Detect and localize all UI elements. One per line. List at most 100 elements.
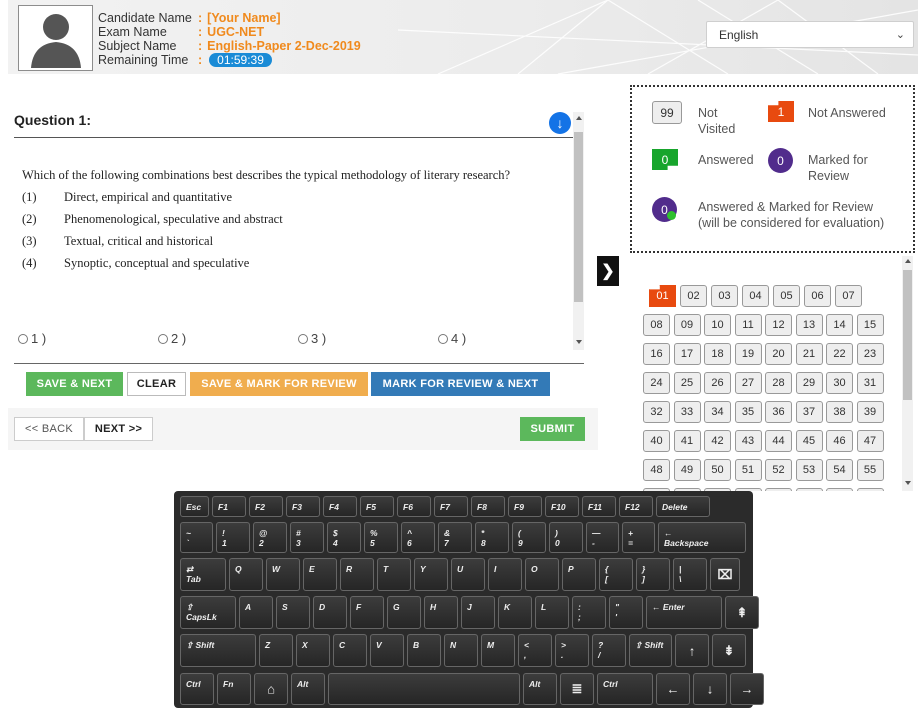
palette-question-39[interactable]: 39 (856, 401, 884, 423)
scrollbar-thumb[interactable] (574, 132, 583, 302)
key-ctrl[interactable]: Ctrl (597, 673, 653, 705)
language-select[interactable]: English ⌄ (706, 21, 914, 48)
radio-circle[interactable] (18, 333, 28, 344)
key-q[interactable]: Q (229, 558, 263, 591)
key-d[interactable]: D (313, 596, 347, 629)
radio-circle[interactable] (158, 333, 168, 344)
key-r1k11[interactable]: — - (586, 522, 619, 553)
palette-question-32[interactable]: 32 (643, 401, 670, 423)
key-a[interactable]: A (239, 596, 273, 629)
palette-question-09[interactable]: 09 (673, 314, 701, 336)
key-f2[interactable]: F2 (249, 496, 283, 517)
answer-radio-2[interactable]: 2 ) (158, 331, 186, 346)
palette-question-30[interactable]: 30 (826, 372, 853, 394)
palette-question-08[interactable]: 08 (643, 314, 670, 336)
key-6[interactable]: ^ 6 (401, 522, 435, 553)
palette-question-43[interactable]: 43 (734, 430, 762, 452)
key-j[interactable]: J (461, 596, 495, 629)
key-2[interactable]: @ 2 (253, 522, 287, 553)
palette-question-47[interactable]: 47 (856, 430, 884, 452)
palette-question-51[interactable]: 51 (734, 459, 762, 481)
scroll-up-arrow-icon[interactable] (905, 259, 911, 263)
key-w[interactable]: W (266, 558, 300, 591)
palette-question-53[interactable]: 53 (795, 459, 823, 481)
palette-question-55[interactable]: 55 (856, 459, 884, 481)
palette-question-46[interactable]: 46 (826, 430, 853, 452)
palette-question-21[interactable]: 21 (795, 343, 823, 365)
key-5[interactable]: % 5 (364, 522, 398, 553)
key-n[interactable]: N (444, 634, 478, 667)
clear-button[interactable]: CLEAR (127, 372, 186, 396)
palette-question-40[interactable]: 40 (643, 430, 670, 452)
palette-question-50[interactable]: 50 (704, 459, 731, 481)
key-o[interactable]: O (525, 558, 559, 591)
palette-question-34[interactable]: 34 (704, 401, 731, 423)
key-r1k12[interactable]: + = (622, 522, 655, 553)
palette-question-33[interactable]: 33 (673, 401, 701, 423)
palette-question-44[interactable]: 44 (765, 430, 792, 452)
palette-question-13[interactable]: 13 (795, 314, 823, 336)
key-r2k14[interactable]: ⌧ (710, 558, 740, 591)
key-fn[interactable]: Fn (217, 673, 251, 705)
key-3[interactable]: # 3 (290, 522, 324, 553)
palette-question-62[interactable]: 62 (826, 488, 853, 491)
key-e[interactable]: E (303, 558, 337, 591)
key-b[interactable]: B (407, 634, 441, 667)
key-delete[interactable]: Delete (656, 496, 710, 517)
palette-question-06[interactable]: 06 (804, 285, 831, 307)
key-alt[interactable]: Alt (291, 673, 325, 705)
key-r5k10[interactable]: → (730, 673, 764, 705)
key-r4k8[interactable]: < , (518, 634, 552, 667)
key-k[interactable]: K (498, 596, 532, 629)
key-m[interactable]: M (481, 634, 515, 667)
collapse-panel-button[interactable]: ❯ (597, 256, 619, 286)
palette-question-16[interactable]: 16 (643, 343, 670, 365)
key-r[interactable]: R (340, 558, 374, 591)
key-esc[interactable]: Esc (180, 496, 209, 517)
key-u[interactable]: U (451, 558, 485, 591)
answer-radio-4[interactable]: 4 ) (438, 331, 466, 346)
radio-circle[interactable] (438, 333, 448, 344)
key-g[interactable]: G (387, 596, 421, 629)
palette-question-37[interactable]: 37 (795, 401, 823, 423)
palette-question-27[interactable]: 27 (734, 372, 762, 394)
palette-question-31[interactable]: 31 (856, 372, 884, 394)
palette-question-22[interactable]: 22 (826, 343, 853, 365)
key-enter[interactable]: ← Enter (646, 596, 722, 629)
palette-question-49[interactable]: 49 (673, 459, 701, 481)
scroll-up-arrow-icon[interactable] (576, 116, 582, 120)
key-capslk[interactable]: ⇧ CapsLk (180, 596, 236, 629)
palette-question-03[interactable]: 03 (711, 285, 738, 307)
palette-question-19[interactable]: 19 (734, 343, 762, 365)
palette-question-12[interactable]: 12 (765, 314, 792, 336)
key-r5k9[interactable]: ↓ (693, 673, 727, 705)
key-7[interactable]: & 7 (438, 522, 472, 553)
key-x[interactable]: X (296, 634, 330, 667)
palette-question-15[interactable]: 15 (856, 314, 884, 336)
palette-question-63[interactable]: 63 (856, 488, 884, 491)
palette-question-20[interactable]: 20 (765, 343, 792, 365)
key-f12[interactable]: F12 (619, 496, 653, 517)
palette-question-45[interactable]: 45 (795, 430, 823, 452)
key-f11[interactable]: F11 (582, 496, 616, 517)
key-ctrl[interactable]: Ctrl (180, 673, 214, 705)
palette-question-05[interactable]: 05 (773, 285, 800, 307)
save-next-button[interactable]: SAVE & NEXT (26, 372, 123, 396)
key-f5[interactable]: F5 (360, 496, 394, 517)
next-button[interactable]: NEXT >> (84, 417, 153, 441)
scroll-down-icon[interactable]: ↓ (549, 112, 571, 134)
palette-question-52[interactable]: 52 (765, 459, 792, 481)
key-1[interactable]: ! 1 (216, 522, 250, 553)
save-mark-review-button[interactable]: SAVE & MARK FOR REVIEW (190, 372, 368, 396)
key-p[interactable]: P (562, 558, 596, 591)
key-f1[interactable]: F1 (212, 496, 246, 517)
palette-question-41[interactable]: 41 (673, 430, 701, 452)
key-r4k9[interactable]: > . (555, 634, 589, 667)
key-f[interactable]: F (350, 596, 384, 629)
key-y[interactable]: Y (414, 558, 448, 591)
palette-question-54[interactable]: 54 (826, 459, 853, 481)
palette-question-36[interactable]: 36 (765, 401, 792, 423)
key-alt[interactable]: Alt (523, 673, 557, 705)
palette-question-28[interactable]: 28 (765, 372, 792, 394)
key-r3k10[interactable]: : ; (572, 596, 606, 629)
